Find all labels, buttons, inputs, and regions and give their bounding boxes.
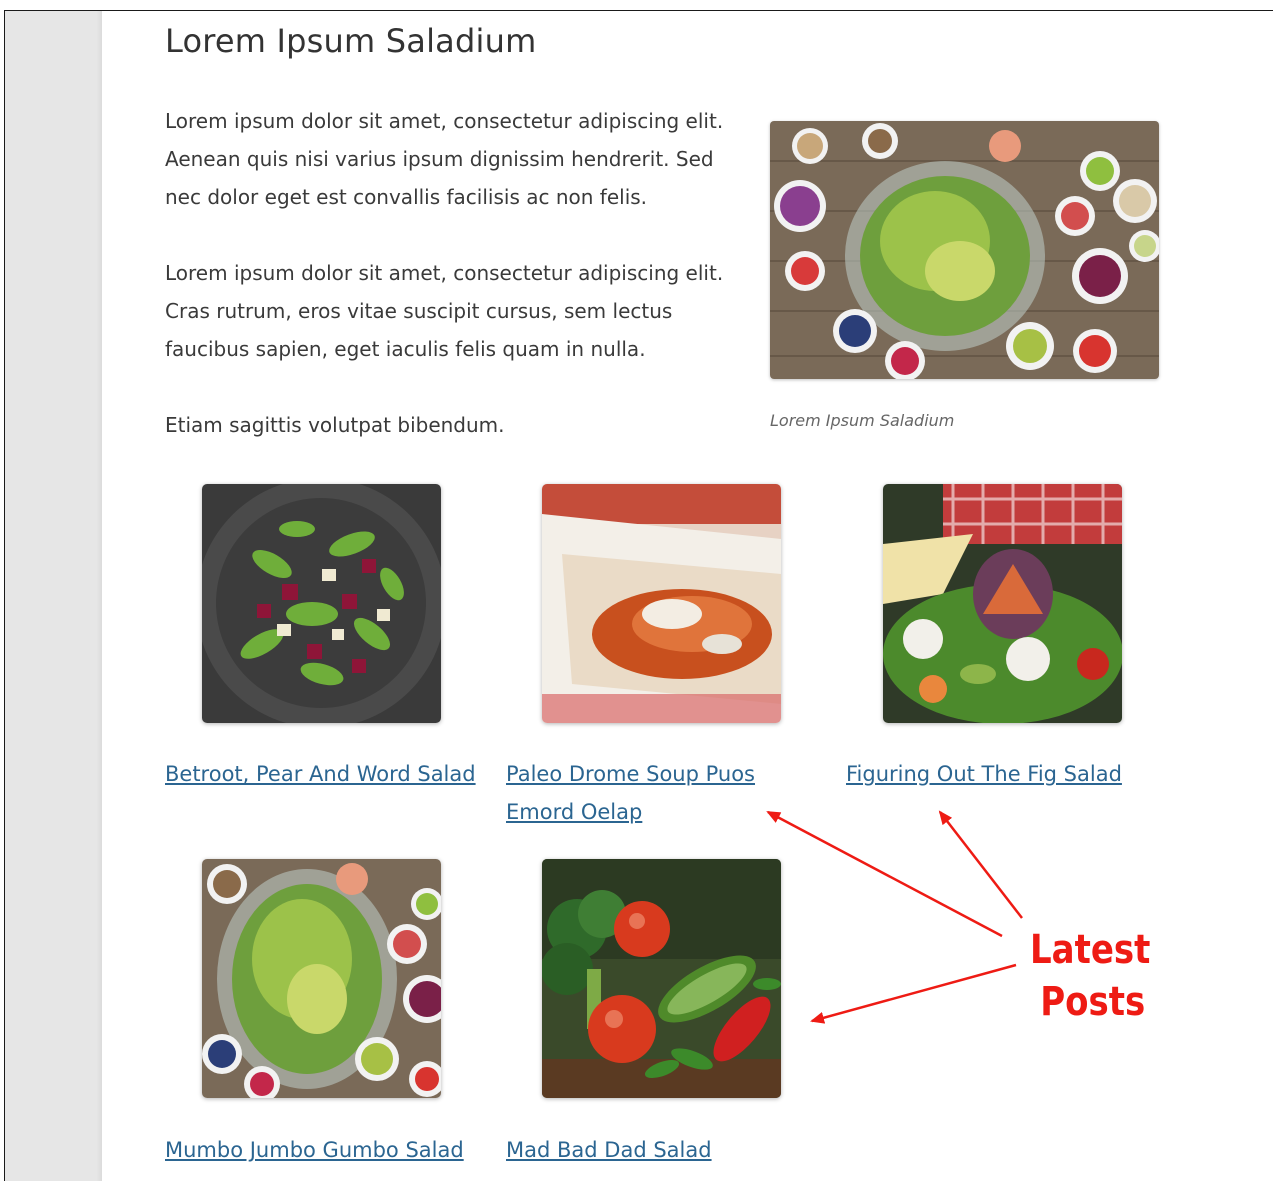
post-link-paleo-soup[interactable]: Paleo Drome Soup Puos Emord Oelap <box>506 755 776 831</box>
post-thumbnail-paleo-soup[interactable] <box>542 484 781 723</box>
page-title: Lorem Ipsum Saladium <box>165 22 537 60</box>
left-sidebar-rail <box>5 11 102 1181</box>
paragraph-2: Lorem ipsum dolor sit amet, consectetur … <box>165 261 724 361</box>
latest-posts-annotation: Latest Posts <box>1030 924 1150 1028</box>
post-link-gumbo-salad[interactable]: Mumbo Jumbo Gumbo Salad <box>165 1131 464 1169</box>
post-link-mad-dad-salad[interactable]: Mad Bad Dad Salad <box>506 1131 712 1169</box>
paragraph-3: Etiam sagittis volutpat bibendum. <box>165 413 505 437</box>
post-thumbnail-gumbo-salad[interactable] <box>202 859 441 1098</box>
post-thumbnail-beetroot-salad[interactable] <box>202 484 441 723</box>
intro-text: Lorem ipsum dolor sit amet, consectetur … <box>165 102 745 482</box>
featured-figure: Lorem Ipsum Saladium <box>770 121 1159 430</box>
annotation-line-1: Latest <box>1030 927 1151 973</box>
figure-caption: Lorem Ipsum Saladium <box>770 411 955 430</box>
featured-salad-image <box>770 121 1159 379</box>
post-link-beetroot-salad[interactable]: Betroot, Pear And Word Salad <box>165 755 476 793</box>
post-link-fig-salad[interactable]: Figuring Out The Fig Salad <box>846 755 1122 793</box>
post-thumbnail-fig-salad[interactable] <box>883 484 1122 723</box>
paragraph-1: Lorem ipsum dolor sit amet, consectetur … <box>165 109 724 209</box>
post-thumbnail-mad-dad-salad[interactable] <box>542 859 781 1098</box>
annotation-line-2: Posts <box>1040 979 1146 1025</box>
